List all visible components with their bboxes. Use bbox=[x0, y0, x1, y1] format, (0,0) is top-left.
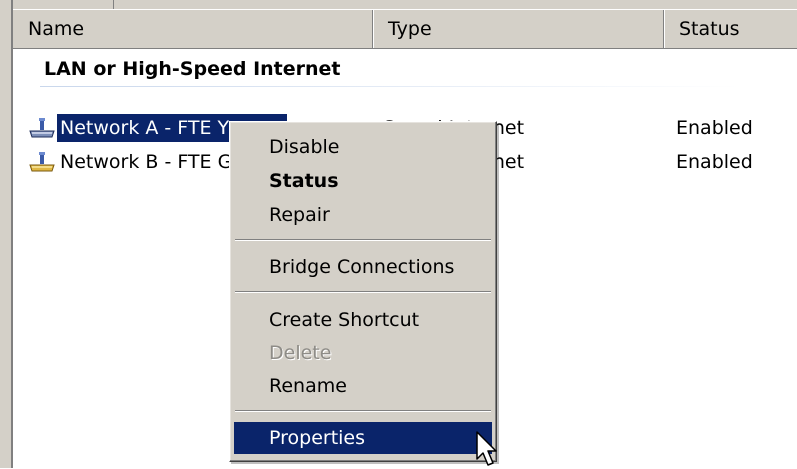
menu-item-bridge-connections[interactable]: Bridge Connections bbox=[234, 251, 492, 283]
connection-status: Enabled bbox=[676, 117, 753, 139]
network-connection-icon bbox=[29, 118, 55, 138]
window-frame-left bbox=[0, 0, 11, 468]
column-header-name[interactable]: Name bbox=[13, 10, 372, 48]
menu-separator bbox=[235, 291, 491, 293]
list-column-header: Name Type Status bbox=[13, 9, 797, 49]
column-header-type[interactable]: Type bbox=[372, 10, 663, 48]
network-connection-icon bbox=[29, 152, 55, 172]
mouse-pointer-icon bbox=[476, 431, 497, 466]
frame-tab bbox=[13, 0, 114, 9]
connection-name: Network B - FTE G bbox=[60, 151, 233, 173]
window-frame-top bbox=[0, 0, 797, 9]
group-title: LAN or High-Speed Internet bbox=[44, 58, 341, 80]
menu-item-create-shortcut[interactable]: Create Shortcut bbox=[234, 304, 492, 336]
menu-item-rename[interactable]: Rename bbox=[234, 370, 492, 402]
group-divider bbox=[40, 86, 740, 87]
window-frame-edge bbox=[11, 0, 13, 468]
menu-separator bbox=[235, 239, 491, 241]
connection-status: Enabled bbox=[676, 151, 753, 173]
menu-item-repair[interactable]: Repair bbox=[234, 199, 492, 231]
menu-item-disable[interactable]: Disable bbox=[234, 131, 492, 163]
column-header-status[interactable]: Status bbox=[663, 10, 797, 48]
context-menu: Disable Status Repair Bridge Connections… bbox=[229, 121, 497, 462]
menu-separator bbox=[235, 410, 491, 412]
menu-item-properties[interactable]: Properties bbox=[234, 422, 492, 454]
menu-item-delete: Delete bbox=[269, 342, 332, 364]
menu-item-status[interactable]: Status bbox=[234, 165, 492, 197]
